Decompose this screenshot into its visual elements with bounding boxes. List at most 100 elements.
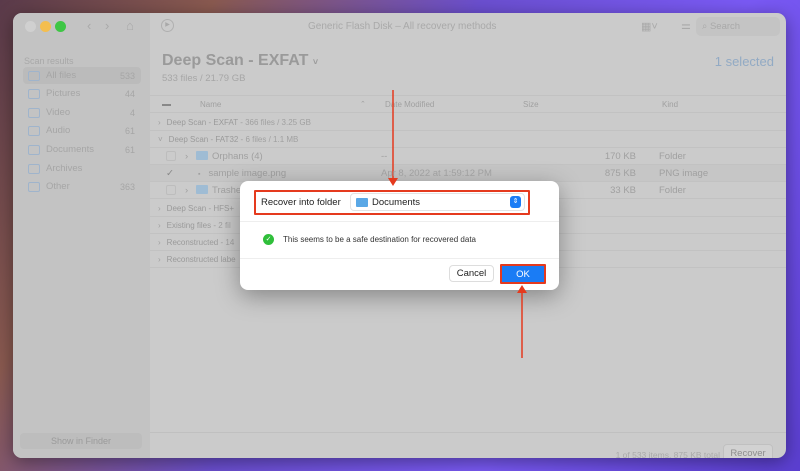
sidebar-item-other[interactable]: Other 363 (23, 178, 141, 195)
show-in-finder-button[interactable]: Show in Finder (20, 433, 142, 449)
sidebar-item-label: Documents (46, 144, 95, 155)
footer-divider (150, 432, 786, 433)
row-checkbox[interactable] (166, 151, 176, 161)
search-icon: ⌕ (702, 21, 708, 32)
group-info: 366 files / 3.25 GB (245, 117, 311, 127)
group-name: Deep Scan - HFS+ (166, 203, 235, 213)
sidebar-item-label: All files (46, 70, 77, 81)
files-icon (28, 70, 40, 81)
sidebar-item-count: 61 (124, 144, 135, 155)
column-name[interactable]: Name (200, 100, 221, 109)
column-size[interactable]: Size (523, 100, 539, 109)
group-row[interactable]: ˅ Deep Scan - FAT32 - 6 files / 1.1 MB (150, 131, 786, 148)
sidebar: Scan results All files 533 Pictures 44 Vid… (13, 13, 150, 458)
scan-title: Deep Scan - EXFAT (162, 52, 309, 69)
divider (240, 258, 559, 259)
scan-title-dropdown[interactable]: Deep Scan - EXFAT ˅ (162, 52, 318, 70)
folder-select-value: Documents (372, 197, 421, 208)
music-icon (28, 125, 40, 136)
zoom-button[interactable] (55, 21, 66, 32)
column-date[interactable]: Date Modified (385, 100, 434, 109)
checked-checkbox[interactable]: ✓ (166, 168, 174, 179)
file-kind: PNG image (659, 167, 709, 179)
chevron-down-icon: ˅ (312, 57, 319, 67)
recover-dialog: Recover into folder Documents ⇕ ✓ This s… (240, 181, 559, 290)
folder-select[interactable]: Documents ⇕ (350, 193, 525, 211)
group-info: 6 files / 1.1 MB (245, 134, 299, 144)
group-row[interactable]: › Deep Scan - EXFAT - 366 files / 3.25 GB (150, 114, 786, 131)
group-name: Deep Scan - FAT32 - (168, 134, 244, 144)
sort-ascending-icon: ⌃ (360, 101, 366, 108)
sidebar-item-documents[interactable]: Documents 61 (23, 141, 141, 158)
back-icon[interactable]: ‹ (87, 18, 91, 33)
document-icon (28, 144, 40, 155)
sidebar-heading: Scan results (24, 56, 74, 66)
folder-icon (196, 185, 208, 195)
sidebar-item-archives[interactable]: Archives (23, 160, 141, 177)
divider (240, 221, 559, 222)
file-name: Orphans (4) (212, 150, 263, 162)
sidebar-item-label: Other (46, 181, 70, 192)
search-input[interactable]: ⌕ Search (696, 17, 780, 36)
group-name: Existing files - (166, 220, 217, 230)
ok-button[interactable]: OK (500, 264, 546, 284)
selected-count: 1 selected (714, 54, 774, 69)
picture-icon (28, 88, 40, 99)
file-name: Trashe (212, 184, 242, 196)
scan-summary: 533 files / 21.79 GB (162, 73, 246, 84)
group-name: Reconstructed - (166, 237, 224, 247)
recover-into-label: Recover into folder (261, 197, 341, 208)
sidebar-item-count: 533 (119, 70, 135, 81)
sidebar-item-count: 4 (129, 107, 135, 118)
folder-icon (196, 151, 208, 161)
forward-icon[interactable]: › (105, 18, 109, 33)
sidebar-item-count: 61 (124, 125, 135, 136)
play-icon[interactable]: ▶ (161, 19, 174, 32)
row-checkbox[interactable] (166, 185, 176, 195)
minimize-button[interactable] (40, 21, 51, 32)
recover-button[interactable]: Recover (723, 444, 773, 458)
cancel-button[interactable]: Cancel (449, 265, 494, 282)
sidebar-item-video[interactable]: Video 4 (23, 104, 141, 121)
title-bar: ‹ › ⌂ ▶ Generic Flash Disk – All recover… (13, 13, 786, 40)
search-placeholder: Search (709, 21, 741, 32)
table-row[interactable]: › Orphans (4) -- 170 KB Folder (150, 148, 786, 165)
sidebar-item-count: 363 (119, 181, 135, 192)
checkmark-icon: ✓ (263, 234, 274, 245)
table-row[interactable]: ✓ ▪ sample image.png Apr 8, 2022 at 1:59:… (150, 165, 786, 182)
file-date: -- (381, 150, 388, 162)
sidebar-item-label: Video (46, 107, 71, 118)
file-kind: Folder (659, 150, 686, 162)
file-size: 33 KB (610, 184, 636, 196)
view-options-icon[interactable]: ▦˅ (641, 20, 658, 33)
group-info: 14 (225, 237, 235, 247)
footer-status: 1 of 533 items, 875 KB total (615, 450, 720, 458)
window-title: Generic Flash Disk – All recovery method… (308, 21, 497, 32)
sidebar-item-count: 44 (124, 88, 135, 99)
sidebar-item-label: Audio (46, 125, 71, 136)
home-icon[interactable]: ⌂ (126, 18, 134, 33)
file-date: Apr 8, 2022 at 1:59:12 PM (381, 167, 492, 179)
group-info: 2 fil (218, 220, 231, 230)
file-size: 170 KB (604, 150, 636, 162)
filter-icon[interactable]: ⚌ (681, 19, 691, 32)
sidebar-item-all-files[interactable]: All files 533 (23, 67, 141, 84)
video-icon (28, 107, 40, 118)
sidebar-item-pictures[interactable]: Pictures 44 (23, 85, 141, 102)
file-size: 875 KB (604, 167, 636, 179)
select-all-checkbox[interactable] (162, 104, 171, 106)
sidebar-item-label: Archives (46, 163, 83, 174)
other-icon (28, 181, 40, 192)
sidebar-item-audio[interactable]: Audio 61 (23, 122, 141, 139)
close-button[interactable] (25, 21, 36, 32)
file-kind: Folder (659, 184, 686, 196)
sidebar-item-label: Pictures (46, 88, 81, 99)
group-name: Deep Scan - EXFAT - (166, 117, 243, 127)
safe-destination-message: This seems to be a safe destination for … (283, 235, 476, 244)
table-header: Name ⌃ Date Modified Size Kind (150, 95, 786, 113)
column-kind[interactable]: Kind (662, 100, 678, 109)
select-stepper-icon: ⇕ (510, 196, 521, 208)
image-file-icon: ▪ (198, 170, 201, 178)
folder-icon (356, 197, 368, 207)
group-name: Reconstructed labe (166, 254, 236, 264)
